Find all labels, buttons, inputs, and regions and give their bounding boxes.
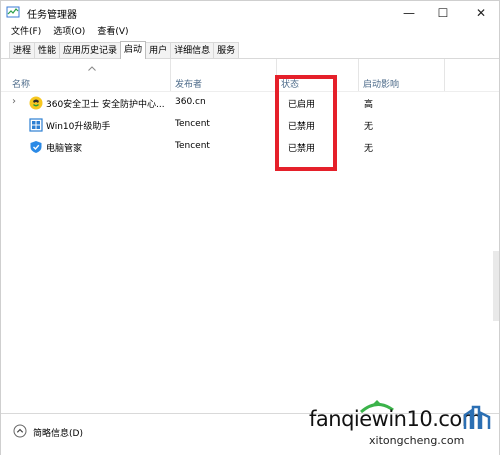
task-manager-icon: [6, 6, 20, 18]
sort-ascending-icon: [88, 66, 96, 71]
tab-strip: 进程 性能 应用历史记录 启动 用户 详细信息 服务: [9, 41, 240, 59]
column-header-impact-label: 启动影响: [363, 80, 400, 90]
menu-options[interactable]: 选项(O): [47, 24, 91, 40]
menu-view[interactable]: 查看(V): [91, 24, 134, 40]
tab-startup[interactable]: 启动: [120, 41, 147, 59]
row-name: 电脑管家: [46, 144, 83, 154]
tab-processes[interactable]: 进程: [9, 42, 36, 59]
less-info-button[interactable]: 简略信息(D): [33, 426, 83, 439]
minimize-button[interactable]: —: [391, 1, 427, 24]
table-row[interactable]: Win10升级助手 Tencent 已禁用 无: [1, 115, 499, 137]
close-button[interactable]: ✕: [463, 1, 499, 24]
row-impact: 无: [364, 144, 374, 154]
row-publisher: Tencent: [175, 141, 210, 151]
chevron-right-icon[interactable]: ›: [12, 96, 20, 108]
column-header-impact[interactable]: 启动影响: [359, 59, 445, 91]
tab-users[interactable]: 用户: [145, 42, 172, 59]
column-header-publisher-label: 发布者: [175, 80, 203, 90]
tab-services[interactable]: 服务: [213, 42, 240, 59]
window-title: 任务管理器: [27, 10, 77, 21]
table-row[interactable]: 电脑管家 Tencent 已禁用 无: [1, 137, 499, 159]
status-highlight-box: [275, 75, 337, 171]
row-name: Win10升级助手: [46, 122, 111, 132]
window-edge-strip: [493, 251, 499, 321]
row-name: 360安全卫士 安全防护中心...: [46, 100, 165, 110]
header-divider: [1, 91, 499, 92]
win10-upgrade-icon: [29, 118, 43, 132]
tab-details[interactable]: 详细信息: [170, 42, 215, 59]
pc-manager-icon: [30, 141, 42, 153]
row-impact: 高: [364, 100, 374, 110]
tab-performance[interactable]: 性能: [34, 42, 61, 59]
watermark-subtext: xitongcheng.com: [369, 434, 465, 447]
maximize-button[interactable]: ☐: [425, 1, 461, 24]
row-impact: 无: [364, 122, 374, 132]
row-publisher: Tencent: [175, 119, 210, 129]
task-manager-window: 任务管理器 — ☐ ✕ 文件(F) 选项(O) 查看(V) 进程 性能 应用历史…: [0, 0, 500, 455]
row-publisher: 360.cn: [175, 97, 206, 107]
360-security-icon: [29, 96, 43, 110]
menu-bar: 文件(F) 选项(O) 查看(V): [1, 24, 135, 40]
column-header-name-label: 名称: [12, 80, 31, 90]
watermark-city-icon: [463, 405, 491, 429]
column-header-name[interactable]: 名称: [8, 59, 171, 91]
watermark-text: fanqiewin10.com: [309, 407, 482, 431]
tab-app-history[interactable]: 应用历史记录: [59, 42, 122, 59]
table-row[interactable]: › 360安全卫士 安全防护中心... 360.cn 已启用 高: [1, 93, 499, 115]
menu-file[interactable]: 文件(F): [1, 24, 47, 40]
title-bar: 任务管理器 — ☐ ✕: [1, 1, 499, 24]
column-header-publisher[interactable]: 发布者: [171, 59, 277, 91]
chevron-up-circle-icon[interactable]: [13, 424, 27, 438]
